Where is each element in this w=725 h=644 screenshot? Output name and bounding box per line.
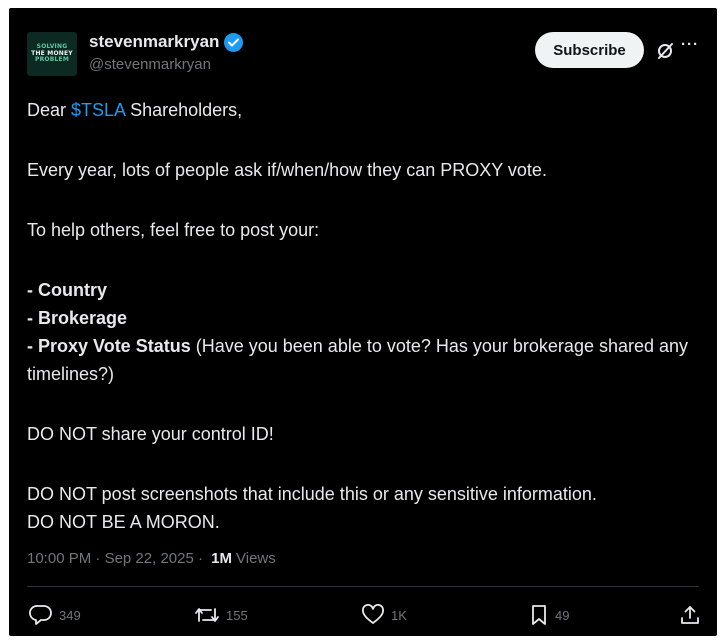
like-count: 1K	[391, 607, 407, 623]
post-date[interactable]: Sep 22, 2025	[105, 550, 194, 567]
share-icon	[679, 604, 701, 626]
meta-separator: ·	[91, 550, 105, 567]
warning-screenshots: DO NOT post screenshots that include thi…	[27, 484, 597, 504]
warning-moron: DO NOT BE A MORON.	[27, 512, 220, 532]
post-time[interactable]: 10:00 PM	[27, 550, 91, 567]
verified-badge-icon	[224, 32, 244, 52]
avatar[interactable]: SOLVING THE MONEY PROBLEM	[27, 32, 77, 76]
action-bar: 349 155 1K 49	[9, 604, 717, 630]
reply-button[interactable]: 349	[29, 604, 81, 626]
greeting-suffix: Shareholders,	[125, 100, 243, 120]
post-body: Dear $TSLA Shareholders, Every year, lot…	[27, 96, 707, 536]
heart-icon	[361, 604, 385, 626]
post-line-ask: Every year, lots of people ask if/when/h…	[27, 160, 547, 180]
bookmark-count: 49	[555, 607, 570, 623]
cashtag-link[interactable]: $TSLA	[71, 100, 125, 120]
warning-control-id: DO NOT share your control ID!	[27, 424, 274, 444]
subscribe-button[interactable]: Subscribe	[535, 32, 644, 68]
bookmark-icon	[529, 604, 549, 626]
views-count[interactable]: 1M	[211, 550, 232, 567]
list-item-brokerage: - Brokerage	[27, 308, 128, 328]
repost-button[interactable]: 155	[194, 604, 248, 626]
proxy-vote-label: - Proxy Vote Status	[27, 336, 191, 356]
reply-icon	[29, 604, 53, 626]
list-item-country: - Country	[27, 280, 107, 300]
meta-separator: ·	[193, 550, 208, 567]
author-display-name[interactable]: stevenmarkryan	[89, 32, 219, 52]
list-item-proxy-vote: - Proxy Vote Status (Have you been able …	[27, 332, 707, 388]
post-meta: 10:00 PM · Sep 22, 2025 · 1M Views	[27, 550, 276, 567]
post-header: SOLVING THE MONEY PROBLEM stevenmarkryan…	[9, 8, 717, 88]
grok-icon[interactable]	[654, 40, 676, 62]
avatar-line: PROBLEM	[35, 56, 69, 64]
repost-count: 155	[226, 607, 248, 623]
greeting-prefix: Dear	[27, 100, 72, 120]
repost-icon	[194, 604, 220, 626]
bookmark-button[interactable]: 49	[529, 604, 569, 626]
share-button[interactable]	[679, 604, 701, 626]
more-icon[interactable]: ···	[681, 36, 699, 53]
post-card: SOLVING THE MONEY PROBLEM stevenmarkryan…	[9, 8, 717, 636]
divider	[27, 586, 699, 587]
like-button[interactable]: 1K	[361, 604, 407, 626]
post-greeting: Dear $TSLA Shareholders,	[27, 96, 707, 124]
views-label: Views	[236, 550, 276, 567]
author-handle[interactable]: @stevenmarkryan	[89, 56, 211, 73]
reply-count: 349	[59, 607, 81, 623]
author-name-row: stevenmarkryan	[89, 32, 244, 52]
post-line-help: To help others, feel free to post your:	[27, 220, 320, 240]
